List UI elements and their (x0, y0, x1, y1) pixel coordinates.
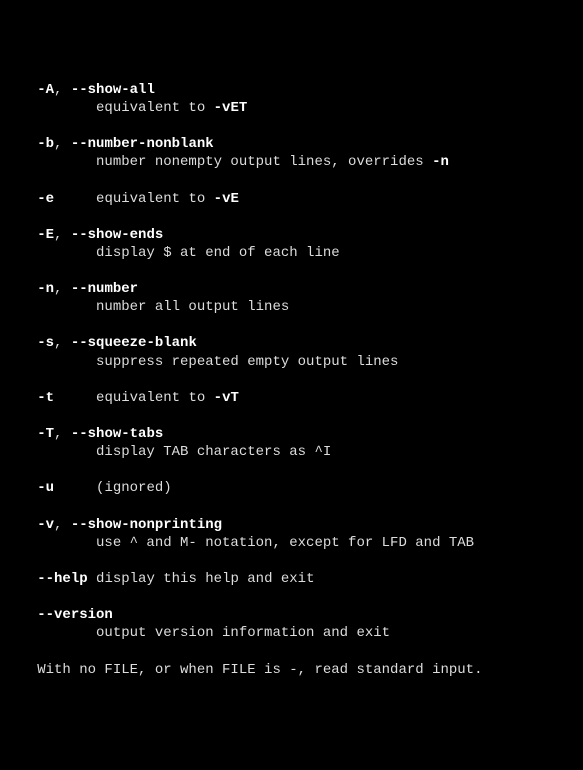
option-flag-line: -n, --number (12, 280, 571, 298)
option-block-3: -E, --show-ends display $ at end of each… (12, 226, 571, 262)
option-flag-line: -e equivalent to -vE (12, 190, 571, 208)
option-block-0: -A, --show-all equivalent to -vET (12, 81, 571, 117)
option-desc-line: equivalent to -vET (12, 99, 571, 117)
option-flag-line: --help display this help and exit (12, 570, 571, 588)
option-block-9: -v, --show-nonprinting use ^ and M- nota… (12, 516, 571, 552)
manpage-footer: With no FILE, or when FILE is -, read st… (12, 661, 571, 679)
option-desc-line: use ^ and M- notation, except for LFD an… (12, 534, 571, 552)
option-flag-line: -v, --show-nonprinting (12, 516, 571, 534)
manpage-content: -A, --show-all equivalent to -vET -b, --… (12, 81, 571, 679)
option-desc-line: number all output lines (12, 298, 571, 316)
option-flag-line: -b, --number-nonblank (12, 135, 571, 153)
option-block-11: --version output version information and… (12, 606, 571, 642)
option-desc-line: display $ at end of each line (12, 244, 571, 262)
option-block-8: -u (ignored) (12, 479, 571, 497)
option-block-4: -n, --number number all output lines (12, 280, 571, 316)
option-block-7: -T, --show-tabs display TAB characters a… (12, 425, 571, 461)
option-desc-line: suppress repeated empty output lines (12, 353, 571, 371)
option-flag-line: -t equivalent to -vT (12, 389, 571, 407)
option-flag-line: -E, --show-ends (12, 226, 571, 244)
option-desc-line: display TAB characters as ^I (12, 443, 571, 461)
option-block-2: -e equivalent to -vE (12, 190, 571, 208)
option-flag-line: -u (ignored) (12, 479, 571, 497)
option-flag-line: -A, --show-all (12, 81, 571, 99)
option-desc-line: number nonempty output lines, overrides … (12, 153, 571, 171)
option-flag-line: --version (12, 606, 571, 624)
option-block-6: -t equivalent to -vT (12, 389, 571, 407)
option-desc-line: output version information and exit (12, 624, 571, 642)
option-block-5: -s, --squeeze-blank suppress repeated em… (12, 334, 571, 370)
option-block-10: --help display this help and exit (12, 570, 571, 588)
option-flag-line: -T, --show-tabs (12, 425, 571, 443)
option-flag-line: -s, --squeeze-blank (12, 334, 571, 352)
option-block-1: -b, --number-nonblank number nonempty ou… (12, 135, 571, 171)
